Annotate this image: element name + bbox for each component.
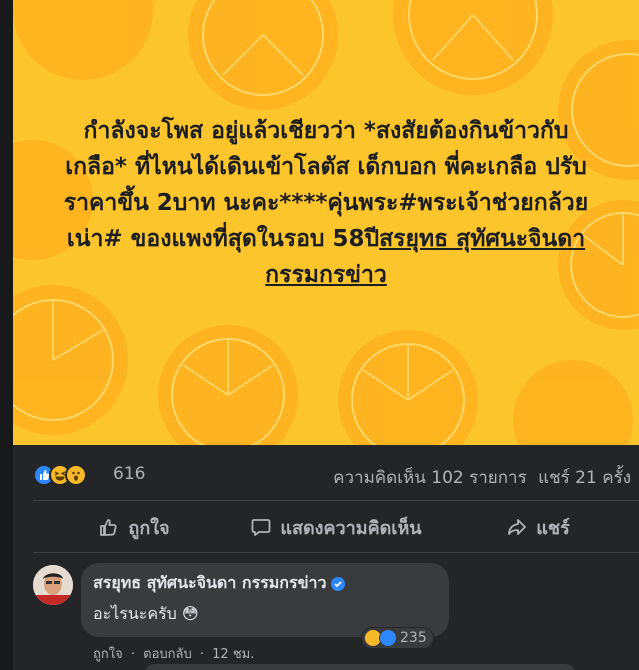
post-message: กำลังจะโพส อยู่แล้วเชียวว่า *สงสัยต้องกิ… [53, 113, 599, 293]
comment-reply-link[interactable]: ตอบกลับ [143, 647, 192, 662]
share-label: แชร์ [536, 517, 570, 539]
post-actions: ถูกใจ แสดงความคิดเห็น แชร์ [33, 503, 639, 551]
like-label: ถูกใจ [128, 517, 170, 539]
comment-time[interactable]: 12 ชม. [212, 647, 254, 662]
post-card: กำลังจะโพส อยู่แล้วเชียวว่า *สงสัยต้องกิ… [13, 0, 639, 670]
comment-text: อะไรนะครับ 😳 [93, 604, 199, 623]
wow-reaction-icon [65, 464, 87, 486]
commenter-name[interactable]: สรยุทธ สุทัศนะจินดา กรรมกรข่าว [93, 571, 326, 596]
like-reaction-icon [379, 629, 397, 647]
share-button[interactable]: แชร์ [437, 503, 639, 551]
reactions-summary: 616 ความคิดเห็น 102 รายการ แชร์ 21 ครั้ง [13, 455, 639, 495]
share-count-link[interactable]: แชร์ 21 ครั้ง [538, 468, 631, 488]
thumbs-up-icon [100, 519, 118, 536]
speech-bubble-icon [251, 519, 271, 536]
divider [33, 500, 639, 501]
reaction-count[interactable]: 616 [113, 464, 145, 484]
share-arrow-icon [508, 519, 527, 535]
divider [33, 552, 639, 553]
comment-share-counts: ความคิดเห็น 102 รายการ แชร์ 21 ครั้ง [327, 464, 631, 491]
commenter-avatar[interactable] [33, 565, 73, 605]
comment-reaction-count: 235 [400, 630, 427, 646]
like-button[interactable]: ถูกใจ [33, 503, 235, 551]
comment-meta: ถูกใจ · ตอบกลับ · 12 ชม. [93, 647, 255, 662]
post-background: กำลังจะโพส อยู่แล้วเชียวว่า *สงสัยต้องกิ… [13, 0, 639, 445]
comment-label: แสดงความคิดเห็น [280, 517, 422, 539]
reply-box[interactable] [145, 664, 575, 670]
reaction-icons[interactable] [33, 464, 105, 486]
comment-like-link[interactable]: ถูกใจ [93, 647, 123, 662]
comment-bubble: สรยุทธ สุทัศนะจินดา กรรมกรข่าว อะไรนะครั… [81, 563, 449, 637]
comment-count-link[interactable]: ความคิดเห็น 102 รายการ [333, 468, 527, 488]
comment-item: สรยุทธ สุทัศนะจินดา กรรมกรข่าว อะไรนะครั… [33, 563, 639, 670]
verified-badge-icon [331, 576, 346, 591]
comment-reactions[interactable]: 235 [361, 627, 434, 649]
comment-button[interactable]: แสดงความคิดเห็น [235, 503, 437, 551]
